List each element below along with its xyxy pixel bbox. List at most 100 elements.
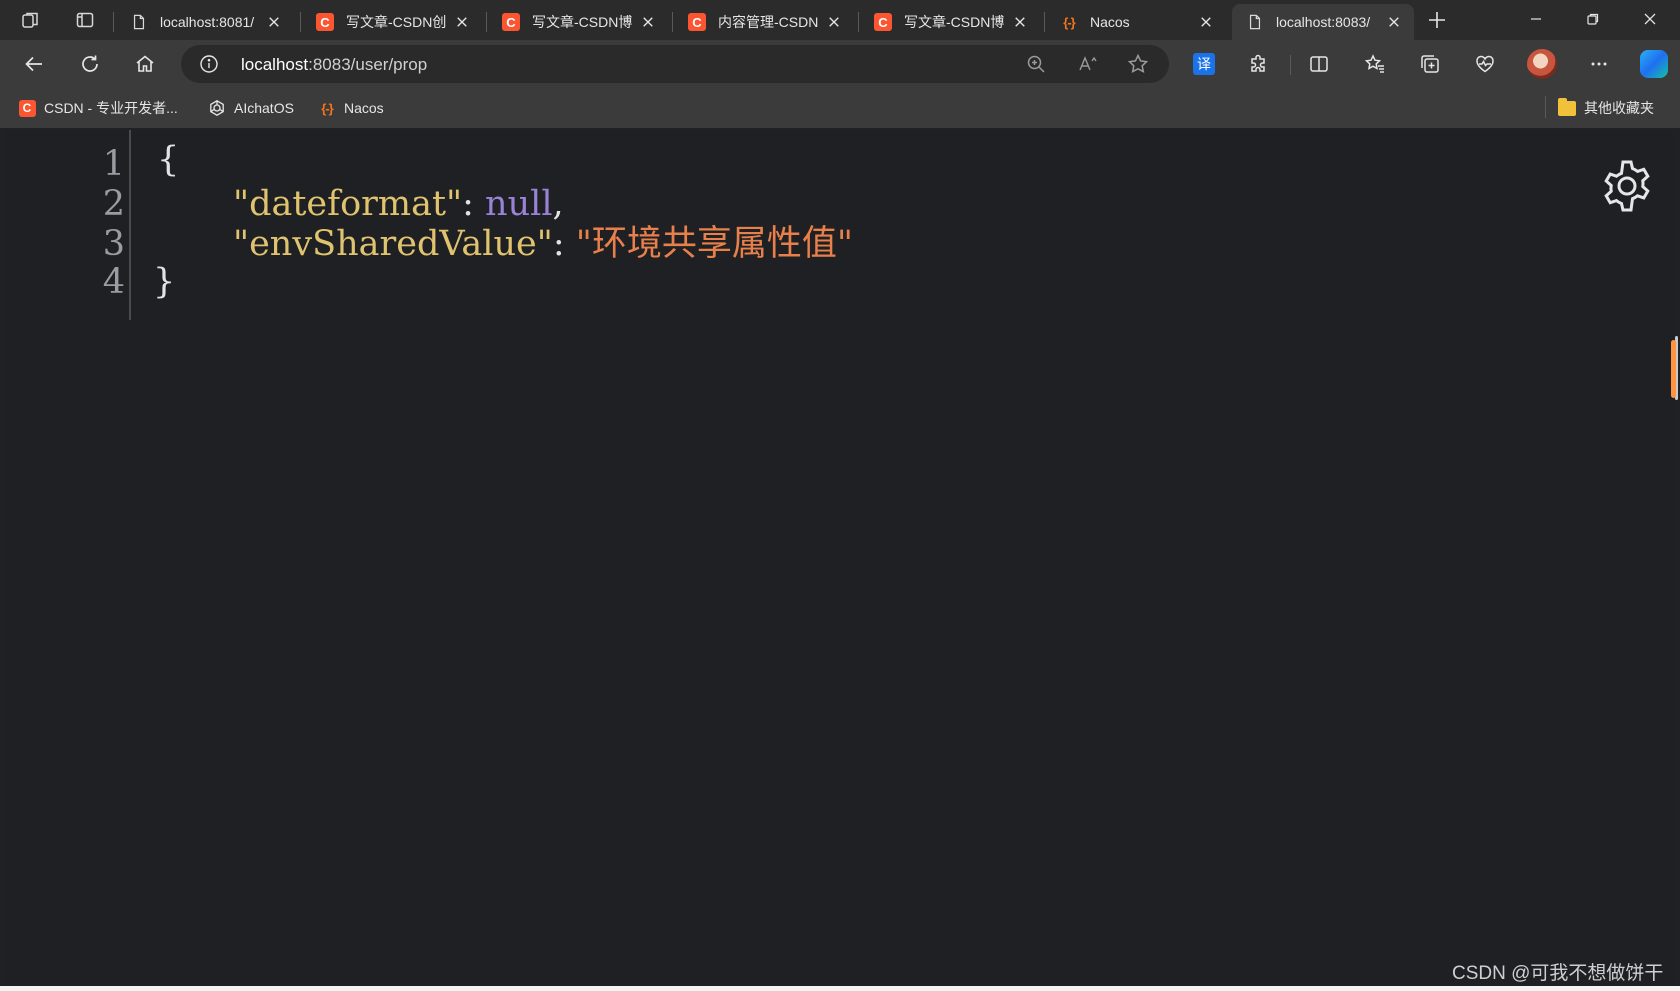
favorites-button[interactable] (1357, 46, 1393, 82)
json-line-dateformat: "dateformat": null, (233, 184, 564, 224)
zoom-icon[interactable] (1025, 53, 1047, 75)
tab-title: localhost:8081/ (160, 14, 255, 30)
tab-csdn-write-1[interactable]: C 写文章-CSDN创 (302, 4, 482, 40)
tab-csdn-write-3[interactable]: C 写文章-CSDN博 (860, 4, 1040, 40)
csdn-icon: C (502, 13, 520, 31)
line-number: 4 (102, 262, 125, 302)
minimize-button[interactable] (1508, 0, 1564, 38)
json-value-null: null (485, 184, 553, 224)
bookmark-label: CSDN - 专业开发者... (44, 100, 178, 116)
back-button[interactable] (16, 46, 52, 82)
translate-extension-button[interactable]: 译 (1186, 46, 1222, 82)
tab-localhost-8083[interactable]: localhost:8083/ (1232, 4, 1414, 40)
json-comma: , (552, 184, 564, 224)
refresh-button[interactable] (72, 46, 108, 82)
window-bottom-edge (0, 986, 1680, 991)
json-line-envsharedvalue: "envSharedValue": "环境共享属性值" (233, 224, 853, 264)
tab-csdn-content[interactable]: C 内容管理-CSDN (674, 4, 854, 40)
csdn-icon: C (18, 99, 36, 117)
tab-title: Nacos (1090, 14, 1130, 30)
json-viewer: 1 2 3 4 { "dateformat": null, "envShared… (5, 130, 1678, 986)
json-key: "envSharedValue" (233, 224, 553, 264)
bookmark-aichatos[interactable]: AIchatOS (208, 98, 294, 118)
settings-menu-button[interactable] (1581, 46, 1617, 82)
json-key: "dateformat" (233, 184, 463, 224)
copilot-button[interactable] (1636, 46, 1672, 82)
csdn-icon: C (874, 13, 892, 31)
gear-icon[interactable] (1599, 158, 1655, 214)
tab-separator (486, 12, 487, 32)
info-icon[interactable] (199, 54, 219, 74)
tab-title: 写文章-CSDN创 (346, 14, 446, 30)
bookmark-label: Nacos (344, 100, 384, 116)
tab-title: localhost:8083/ (1276, 14, 1371, 30)
close-icon[interactable] (1386, 14, 1402, 30)
json-close-brace: } (153, 262, 176, 302)
json-value-string: "环境共享属性值" (575, 224, 853, 264)
read-aloud-icon[interactable] (1077, 53, 1099, 75)
favorite-star-icon[interactable] (1127, 53, 1149, 75)
tab-separator (672, 12, 673, 32)
translate-icon: 译 (1193, 53, 1215, 75)
restore-button[interactable] (1565, 0, 1621, 38)
close-icon[interactable] (1198, 14, 1214, 30)
close-icon[interactable] (640, 14, 656, 30)
tab-strip: localhost:8081/ C 写文章-CSDN创 C 写文章-CSDN博 … (0, 0, 1680, 40)
close-window-button[interactable] (1622, 0, 1678, 38)
line-number: 1 (102, 144, 125, 184)
scrollbar-marker (1671, 340, 1676, 398)
tab-title: 写文章-CSDN博 (904, 14, 1004, 30)
url-text[interactable]: localhost:8083/user/prop (241, 55, 427, 75)
bookmark-nacos[interactable]: {-} Nacos (318, 98, 384, 118)
url-host: localhost (241, 55, 309, 74)
workspaces-icon[interactable] (12, 4, 50, 36)
folder-icon (1558, 97, 1576, 117)
bookmark-other-favorites[interactable]: 其他收藏夹 (1558, 97, 1654, 118)
tab-separator (113, 12, 114, 32)
bookmark-label: AIchatOS (234, 100, 294, 116)
tab-separator (1044, 12, 1045, 32)
browser-essentials-button[interactable] (1467, 46, 1503, 82)
toolbar-divider (1290, 55, 1291, 75)
bookmarks-divider (1545, 96, 1546, 118)
vertical-tabs-icon[interactable] (66, 4, 104, 36)
navigation-toolbar: localhost:8083/user/prop 译 (0, 40, 1680, 88)
tab-localhost-8081[interactable]: localhost:8081/ (116, 4, 294, 40)
nacos-icon: {-} (321, 100, 333, 116)
tab-title: 内容管理-CSDN (718, 14, 818, 30)
tab-separator (858, 12, 859, 32)
line-number: 3 (102, 224, 125, 264)
json-colon: : (552, 224, 576, 264)
close-icon[interactable] (826, 14, 842, 30)
new-tab-button[interactable] (1418, 4, 1456, 36)
gutter-divider (129, 130, 131, 320)
url-path: :8083/user/prop (308, 55, 428, 74)
csdn-icon: C (688, 13, 706, 31)
page-icon (130, 13, 148, 31)
tab-separator (300, 12, 301, 32)
close-icon[interactable] (454, 14, 470, 30)
line-number: 2 (102, 184, 125, 224)
json-colon: : (462, 184, 486, 224)
csdn-icon: C (316, 13, 334, 31)
avatar (1527, 49, 1557, 79)
nacos-icon: {-} (1063, 14, 1075, 30)
bookmark-csdn[interactable]: C CSDN - 专业开发者... (18, 98, 178, 118)
tab-nacos[interactable]: {-} Nacos (1046, 4, 1226, 40)
json-open-brace: { (157, 140, 180, 180)
split-screen-button[interactable] (1301, 46, 1337, 82)
extensions-button[interactable] (1241, 46, 1277, 82)
close-icon[interactable] (1012, 14, 1028, 30)
close-icon[interactable] (266, 14, 282, 30)
home-button[interactable] (127, 46, 163, 82)
openai-icon (208, 99, 226, 117)
copilot-icon (1640, 50, 1668, 78)
watermark: CSDN @可我不想做饼干 (1452, 963, 1664, 984)
profile-avatar[interactable] (1524, 46, 1560, 82)
collections-button[interactable] (1412, 46, 1448, 82)
bookmarks-bar: C CSDN - 专业开发者... AIchatOS {-} Nacos 其他收… (0, 88, 1680, 128)
tab-title: 写文章-CSDN博 (532, 14, 632, 30)
tab-csdn-write-2[interactable]: C 写文章-CSDN博 (488, 4, 668, 40)
address-bar[interactable]: localhost:8083/user/prop (181, 45, 1169, 83)
page-icon (1246, 13, 1264, 31)
